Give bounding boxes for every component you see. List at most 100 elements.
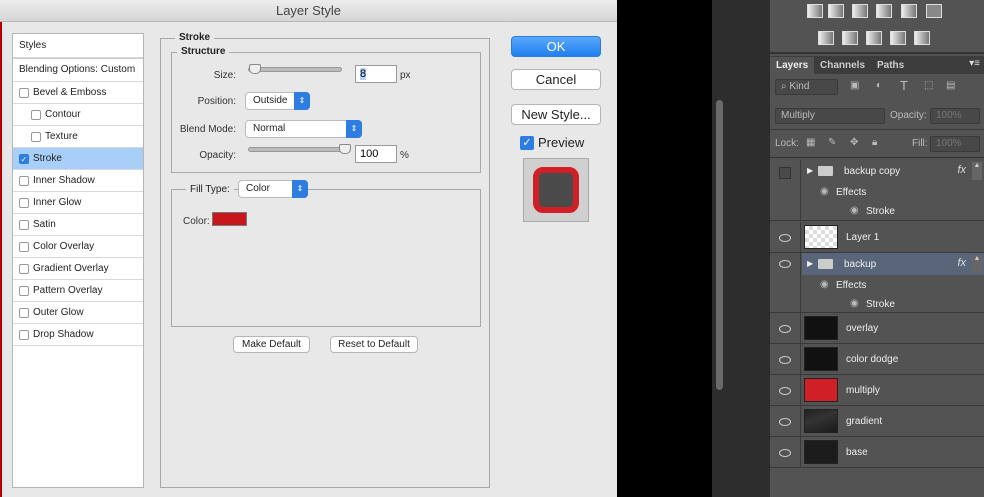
cancel-button[interactable]: Cancel bbox=[511, 69, 601, 90]
eye-icon[interactable] bbox=[779, 356, 791, 364]
collapse-icon[interactable]: ▲ bbox=[972, 162, 982, 180]
lock-brush-icon[interactable]: ✎ bbox=[828, 137, 836, 148]
brightness-contrast-icon[interactable] bbox=[807, 4, 823, 18]
collapse-icon[interactable]: ▲ bbox=[972, 255, 982, 273]
exposure-icon[interactable] bbox=[876, 4, 892, 18]
style-item-inner-glow[interactable]: Inner Glow bbox=[13, 192, 143, 214]
scrollbar[interactable] bbox=[716, 100, 723, 390]
style-item-texture[interactable]: Texture bbox=[13, 126, 143, 148]
checkbox[interactable] bbox=[19, 197, 29, 208]
dialog-title: Layer Style bbox=[0, 0, 617, 22]
opacity-field[interactable]: 100% bbox=[930, 108, 980, 124]
opacity-slider-thumb[interactable] bbox=[339, 144, 351, 154]
disclosure-triangle-icon[interactable]: ▶ bbox=[807, 259, 813, 268]
eye-icon[interactable] bbox=[779, 418, 791, 426]
filter-shape-icon[interactable]: ⬚ bbox=[924, 80, 933, 91]
checkbox[interactable] bbox=[31, 131, 41, 142]
checkbox[interactable] bbox=[19, 175, 29, 186]
tab-channels[interactable]: Channels bbox=[814, 57, 871, 74]
filter-adjustment-icon[interactable]: ◐ bbox=[876, 80, 882, 91]
fx-icon[interactable]: fx bbox=[957, 164, 966, 176]
panel-menu-icon[interactable]: ▾≡ bbox=[969, 58, 980, 69]
eye-icon[interactable] bbox=[779, 325, 791, 333]
style-item-stroke[interactable]: ✓ Stroke bbox=[13, 148, 143, 170]
preview-checkbox[interactable]: ✓ Preview bbox=[520, 135, 584, 150]
grid-icon[interactable] bbox=[926, 4, 942, 18]
eye-icon[interactable] bbox=[779, 234, 791, 242]
visibility-toggle[interactable] bbox=[779, 167, 791, 179]
layer-row[interactable]: multiply bbox=[770, 375, 984, 406]
invert-icon[interactable] bbox=[818, 31, 834, 45]
style-item-contour[interactable]: Contour bbox=[13, 104, 143, 126]
levels-icon[interactable] bbox=[828, 4, 844, 18]
style-item-inner-shadow[interactable]: Inner Shadow bbox=[13, 170, 143, 192]
eye-icon[interactable]: ◉ bbox=[820, 186, 829, 197]
filter-type-icon[interactable]: T bbox=[900, 78, 908, 93]
eye-icon[interactable] bbox=[779, 449, 791, 457]
layer-row[interactable]: color dodge bbox=[770, 344, 984, 375]
style-item-drop-shadow[interactable]: Drop Shadow bbox=[13, 324, 143, 346]
position-select[interactable]: Outside ⇕ bbox=[245, 92, 310, 110]
layer-row[interactable]: Layer 1 bbox=[770, 222, 984, 253]
checkbox[interactable] bbox=[19, 307, 29, 318]
styles-header[interactable]: Styles bbox=[13, 34, 143, 58]
size-slider[interactable] bbox=[248, 64, 342, 74]
layer-row[interactable]: ▶ backup fx ▲ ◉ Effects ◉ Stroke bbox=[770, 253, 984, 313]
style-item-satin[interactable]: Satin bbox=[13, 214, 143, 236]
style-item-outer-glow[interactable]: Outer Glow bbox=[13, 302, 143, 324]
eye-icon[interactable]: ◉ bbox=[850, 205, 859, 216]
tab-layers[interactable]: Layers bbox=[770, 57, 815, 74]
layer-row[interactable]: ▶ backup copy fx ▲ ◉ Effects ◉ Stroke bbox=[770, 160, 984, 221]
checkbox[interactable] bbox=[19, 219, 29, 230]
ok-button[interactable]: OK bbox=[511, 36, 601, 57]
eye-icon[interactable]: ◉ bbox=[850, 298, 859, 309]
eye-icon[interactable]: ◉ bbox=[820, 279, 829, 290]
style-item-gradient-overlay[interactable]: Gradient Overlay bbox=[13, 258, 143, 280]
size-slider-thumb[interactable] bbox=[249, 64, 261, 74]
eye-icon[interactable] bbox=[779, 387, 791, 395]
selective-color-icon[interactable] bbox=[890, 31, 906, 45]
curves-icon[interactable] bbox=[852, 4, 868, 18]
filter-image-icon[interactable]: ▣ bbox=[850, 80, 859, 91]
fx-icon[interactable]: fx bbox=[957, 257, 966, 269]
posterize-icon[interactable] bbox=[842, 31, 858, 45]
fill-type-select[interactable]: Color ⇕ bbox=[238, 180, 308, 198]
eye-icon[interactable] bbox=[779, 260, 791, 268]
threshold-icon[interactable] bbox=[866, 31, 882, 45]
blending-options[interactable]: Blending Options: Custom bbox=[13, 58, 143, 82]
kind-filter[interactable]: ⌕ Kind bbox=[775, 79, 838, 95]
lock-all-icon[interactable]: 🔒︎ bbox=[872, 137, 877, 148]
stroke-color-swatch[interactable] bbox=[212, 212, 247, 226]
checkbox[interactable] bbox=[19, 329, 29, 340]
fill-field[interactable]: 100% bbox=[930, 136, 980, 152]
style-item-color-overlay[interactable]: Color Overlay bbox=[13, 236, 143, 258]
vibrance-icon[interactable] bbox=[901, 4, 917, 18]
checkbox[interactable] bbox=[19, 241, 29, 252]
checkbox[interactable] bbox=[19, 87, 29, 98]
checkbox[interactable] bbox=[31, 109, 41, 120]
layer-row[interactable]: gradient bbox=[770, 406, 984, 437]
make-default-button[interactable]: Make Default bbox=[233, 336, 310, 353]
gradient-map-icon[interactable] bbox=[914, 31, 930, 45]
disclosure-triangle-icon[interactable]: ▶ bbox=[807, 166, 813, 175]
new-style-button[interactable]: New Style... bbox=[511, 104, 601, 125]
checkbox[interactable] bbox=[19, 263, 29, 274]
filter-smartobject-icon[interactable]: ▤ bbox=[946, 80, 955, 91]
checkbox[interactable]: ✓ bbox=[19, 153, 29, 164]
lock-position-icon[interactable]: ✥ bbox=[850, 137, 858, 148]
opacity-slider[interactable] bbox=[248, 144, 351, 154]
lock-transparency-icon[interactable]: ▦ bbox=[806, 137, 815, 148]
layer-row[interactable]: overlay bbox=[770, 313, 984, 344]
kind-value: Kind bbox=[789, 81, 810, 92]
blend-mode-dropdown[interactable]: Multiply bbox=[775, 108, 885, 124]
size-input[interactable]: 8 bbox=[355, 65, 397, 83]
tab-paths[interactable]: Paths bbox=[871, 57, 910, 74]
layer-row[interactable]: base bbox=[770, 437, 984, 468]
fill-label: Fill: bbox=[912, 138, 928, 149]
reset-default-button[interactable]: Reset to Default bbox=[330, 336, 418, 353]
checkbox[interactable] bbox=[19, 285, 29, 296]
style-item-pattern-overlay[interactable]: Pattern Overlay bbox=[13, 280, 143, 302]
opacity-input[interactable]: 100 bbox=[355, 145, 397, 163]
style-item-bevel-emboss[interactable]: Bevel & Emboss bbox=[13, 82, 143, 104]
blend-mode-select[interactable]: Normal ⇕ bbox=[245, 120, 362, 138]
